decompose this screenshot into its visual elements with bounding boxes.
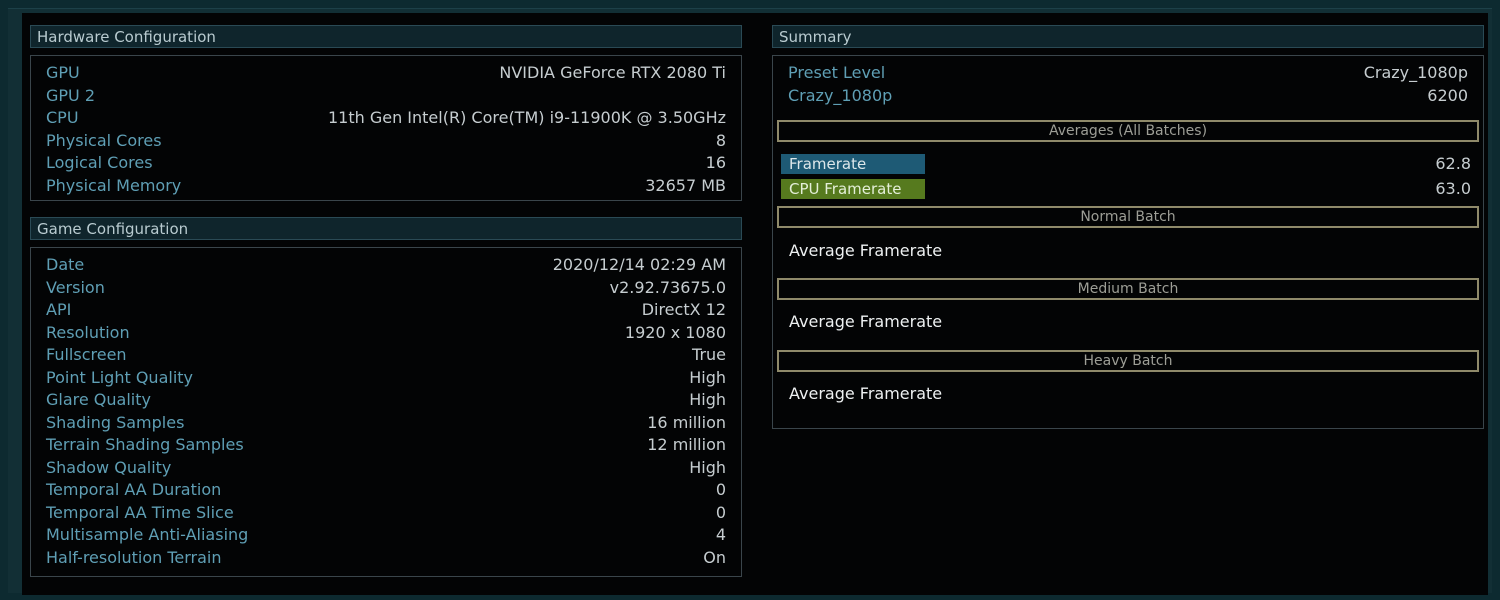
row-value: 32657 MB	[645, 175, 726, 195]
row-value: High	[689, 367, 726, 387]
row-value: NVIDIA GeForce RTX 2080 Ti	[499, 63, 726, 82]
game-row: Temporal AA Duration 0	[46, 479, 726, 501]
cpu-framerate-legend: CPU Framerate	[781, 179, 925, 199]
hw-row-physical-memory: Physical Memory 32657 MB	[46, 175, 726, 197]
row-value: 6200	[1427, 85, 1468, 105]
row-value: 12 million	[647, 435, 726, 454]
row-label: Glare Quality	[46, 390, 151, 409]
game-panel-title: Game Configuration	[30, 217, 742, 240]
game-row: Multisample Anti-Aliasing 4	[46, 524, 726, 546]
row-value: 8	[715, 130, 726, 150]
window-frame: Hardware Configuration GPU NVIDIA GeForce…	[8, 8, 1492, 595]
row-value: 2020/12/14 02:29 AM	[552, 255, 726, 274]
row-label: GPU	[46, 63, 80, 82]
row-label: Point Light Quality	[46, 367, 193, 387]
row-label: Physical Cores	[46, 130, 162, 150]
game-panel-body: Date 2020/12/14 02:29 AM Version v2.92.736…	[30, 247, 742, 577]
row-value: 1920 x 1080	[624, 322, 726, 342]
normal-batch-metric: Average Framerate	[789, 241, 943, 260]
report-area: Hardware Configuration GPU NVIDIA GeForce…	[22, 13, 1488, 595]
row-label: Date	[46, 255, 85, 274]
row-value: 0	[715, 502, 726, 522]
row-value: 16 million	[647, 412, 726, 432]
row-value: True	[692, 345, 726, 364]
row-label: Half-resolution Terrain	[46, 547, 222, 567]
game-row: Temporal AA Time Slice 0	[46, 502, 726, 524]
averages-header: Averages (All Batches)	[777, 120, 1479, 142]
row-value: 4	[715, 525, 726, 544]
game-row: Shadow Quality High	[46, 457, 726, 479]
row-label: Logical Cores	[46, 153, 153, 172]
row-label: CPU	[46, 108, 79, 127]
summary-panel: Summary Preset Level Crazy_1080p Crazy_10…	[772, 25, 1484, 435]
hardware-panel-body: GPU NVIDIA GeForce RTX 2080 Ti GPU 2 CPU 1…	[30, 55, 742, 201]
game-row: Fullscreen True	[46, 344, 726, 366]
row-value: 0	[715, 480, 726, 499]
summary-row-score: Crazy_1080p 6200	[788, 85, 1468, 107]
hardware-panel-title: Hardware Configuration	[30, 25, 742, 48]
summary-panel-body: Preset Level Crazy_1080p Crazy_1080p 6200 …	[772, 55, 1484, 429]
row-value: High	[689, 457, 726, 477]
row-value: 11th Gen Intel(R) Core(TM) i9-11900K @ 3…	[327, 108, 726, 127]
game-row: Glare Quality High	[46, 389, 726, 411]
row-label: Preset Level	[788, 63, 886, 82]
summary-row-preset-level: Preset Level Crazy_1080p	[788, 62, 1468, 84]
row-label: Multisample Anti-Aliasing	[46, 525, 249, 544]
game-row: Version v2.92.73675.0	[46, 277, 726, 299]
game-row: Terrain Shading Samples 12 million	[46, 434, 726, 456]
medium-batch-header: Medium Batch	[777, 278, 1479, 300]
row-label: Terrain Shading Samples	[46, 435, 244, 454]
hw-row-gpu2: GPU 2	[46, 85, 726, 107]
game-row: Point Light Quality High	[46, 367, 726, 389]
row-label: Physical Memory	[46, 175, 182, 195]
game-row: Date 2020/12/14 02:29 AM	[46, 254, 726, 276]
hardware-panel: Hardware Configuration GPU NVIDIA GeForce…	[30, 25, 742, 205]
row-value: v2.92.73675.0	[609, 277, 726, 297]
row-value: Crazy_1080p	[1363, 63, 1468, 82]
hw-row-logical-cores: Logical Cores 16	[46, 152, 726, 174]
cpu-framerate-value: 63.0	[1435, 179, 1471, 198]
row-label: API	[46, 300, 72, 319]
row-label: Resolution	[46, 322, 130, 342]
game-row: API DirectX 12	[46, 299, 726, 321]
framerate-legend: Framerate	[781, 154, 925, 174]
heavy-batch-header: Heavy Batch	[777, 350, 1479, 372]
game-row: Resolution 1920 x 1080	[46, 322, 726, 344]
row-value: DirectX 12	[641, 300, 726, 319]
row-label: Shadow Quality	[46, 457, 172, 477]
row-value: 16	[705, 153, 726, 172]
normal-batch-header: Normal Batch	[777, 206, 1479, 228]
heavy-batch-metric: Average Framerate	[789, 384, 943, 403]
game-row: Half-resolution Terrain On	[46, 547, 726, 569]
row-label: Version	[46, 277, 105, 297]
game-row: Shading Samples 16 million	[46, 412, 726, 434]
medium-batch-metric: Average Framerate	[789, 312, 943, 331]
row-label: GPU 2	[46, 85, 96, 105]
hw-row-gpu: GPU NVIDIA GeForce RTX 2080 Ti	[46, 62, 726, 84]
game-panel: Game Configuration Date 2020/12/14 02:29 …	[30, 217, 742, 581]
row-label: Temporal AA Duration	[46, 480, 222, 499]
row-value: On	[703, 547, 726, 567]
hw-row-cpu: CPU 11th Gen Intel(R) Core(TM) i9-11900K …	[46, 107, 726, 129]
row-label: Temporal AA Time Slice	[46, 502, 234, 522]
row-label: Shading Samples	[46, 412, 185, 432]
row-value: High	[689, 390, 726, 409]
summary-panel-title: Summary	[772, 25, 1484, 48]
row-label: Crazy_1080p	[788, 85, 893, 105]
framerate-value: 62.8	[1435, 154, 1471, 173]
hw-row-physical-cores: Physical Cores 8	[46, 130, 726, 152]
row-label: Fullscreen	[46, 345, 127, 364]
